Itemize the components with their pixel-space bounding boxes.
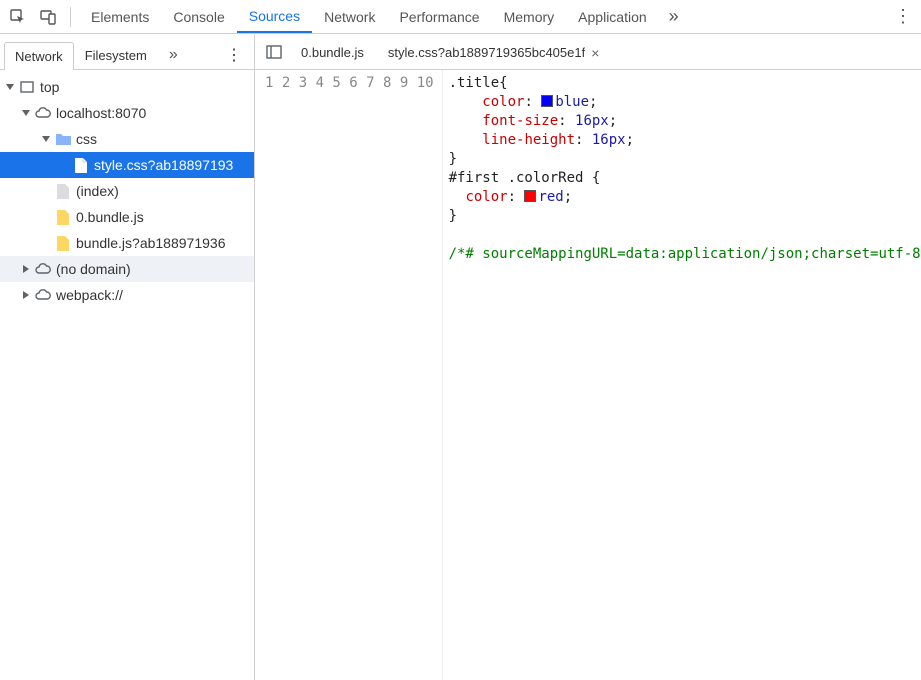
tab-network[interactable]: Network	[312, 0, 387, 33]
tree-label: css	[76, 131, 97, 147]
chevron-right-icon	[20, 263, 32, 275]
tree-label: bundle.js?ab188971936	[76, 235, 225, 251]
editor-tab-label: 0.bundle.js	[301, 45, 364, 60]
toggle-navigator-icon[interactable]	[261, 39, 287, 65]
tree-label: top	[40, 79, 59, 95]
js-file-icon	[54, 208, 72, 226]
tree-node-index[interactable]: (index)	[0, 178, 254, 204]
tree-label: webpack://	[56, 287, 123, 303]
tabs-overflow-icon[interactable]: »	[659, 0, 689, 33]
code-editor[interactable]: 1 2 3 4 5 6 7 8 9 10 .title{ color: blue…	[255, 70, 921, 680]
sidebar-more-icon[interactable]: ⋮	[226, 45, 250, 65]
tree-label: (no domain)	[56, 261, 131, 277]
code-content[interactable]: .title{ color: blue; font-size: 16px; li…	[443, 70, 921, 680]
tree-label: (index)	[76, 183, 119, 199]
cloud-icon	[34, 286, 52, 304]
sidebar-tab-network[interactable]: Network	[4, 42, 74, 70]
file-icon	[72, 156, 90, 174]
tree-node-top[interactable]: top	[0, 74, 254, 100]
chevron-down-icon	[20, 107, 32, 119]
tab-label: Console	[173, 9, 224, 25]
tab-sources[interactable]: Sources	[237, 0, 312, 33]
tab-elements[interactable]: Elements	[79, 0, 161, 33]
file-icon	[54, 182, 72, 200]
editor-tab-label: style.css?ab1889719365bc405e1f	[388, 45, 585, 60]
tab-console[interactable]: Console	[161, 0, 236, 33]
tab-label: Performance	[399, 9, 479, 25]
file-tree: top localhost:8070 css style.css?ab18897…	[0, 70, 254, 680]
inspect-element-icon[interactable]	[4, 3, 32, 31]
sidebar-tab-label: Filesystem	[85, 48, 147, 63]
sidebar-tabs: Network Filesystem » ⋮	[0, 34, 254, 70]
tab-performance[interactable]: Performance	[387, 0, 491, 33]
tab-label: Network	[324, 9, 375, 25]
tree-node-bundle[interactable]: bundle.js?ab188971936	[0, 230, 254, 256]
folder-icon	[54, 130, 72, 148]
editor-tabs: 0.bundle.js style.css?ab1889719365bc405e…	[255, 34, 921, 70]
tab-label: Memory	[504, 9, 555, 25]
sidebar-tab-label: Network	[15, 49, 63, 64]
tree-node-no-domain[interactable]: (no domain)	[0, 256, 254, 282]
editor-area: 0.bundle.js style.css?ab1889719365bc405e…	[255, 34, 921, 680]
tab-application[interactable]: Application	[566, 0, 659, 33]
sidebar-tabs-overflow-icon[interactable]: »	[158, 39, 189, 70]
line-gutter: 1 2 3 4 5 6 7 8 9 10	[255, 70, 443, 680]
chevron-down-icon	[40, 133, 52, 145]
tree-label: style.css?ab18897193	[94, 157, 233, 173]
tree-node-webpack[interactable]: webpack://	[0, 282, 254, 308]
chevron-right-icon	[20, 289, 32, 301]
tree-node-style-css[interactable]: style.css?ab18897193	[0, 152, 254, 178]
device-toolbar-icon[interactable]	[34, 3, 62, 31]
tab-label: Elements	[91, 9, 149, 25]
tab-label: Sources	[249, 8, 300, 24]
chevron-down-icon	[4, 81, 16, 93]
tree-node-css-folder[interactable]: css	[0, 126, 254, 152]
tree-node-bundle0[interactable]: 0.bundle.js	[0, 204, 254, 230]
cloud-icon	[34, 260, 52, 278]
more-options-icon[interactable]: ⋮	[889, 3, 917, 31]
main-panel: Network Filesystem » ⋮ top localhost:807…	[0, 34, 921, 680]
tree-node-host[interactable]: localhost:8070	[0, 100, 254, 126]
sidebar-tab-filesystem[interactable]: Filesystem	[74, 41, 158, 69]
editor-tab-bundle0[interactable]: 0.bundle.js	[291, 38, 374, 66]
toolbar-divider	[70, 7, 71, 27]
cloud-icon	[34, 104, 52, 122]
tree-label: 0.bundle.js	[76, 209, 144, 225]
tree-label: localhost:8070	[56, 105, 146, 121]
js-file-icon	[54, 234, 72, 252]
tab-memory[interactable]: Memory	[492, 0, 567, 33]
devtools-toolbar: Elements Console Sources Network Perform…	[0, 0, 921, 34]
tab-label: Application	[578, 9, 647, 25]
editor-tab-style-css[interactable]: style.css?ab1889719365bc405e1f ×	[378, 38, 610, 66]
main-tabs: Elements Console Sources Network Perform…	[79, 0, 689, 33]
frame-icon	[18, 78, 36, 96]
close-icon[interactable]: ×	[591, 46, 599, 60]
sidebar: Network Filesystem » ⋮ top localhost:807…	[0, 34, 255, 680]
